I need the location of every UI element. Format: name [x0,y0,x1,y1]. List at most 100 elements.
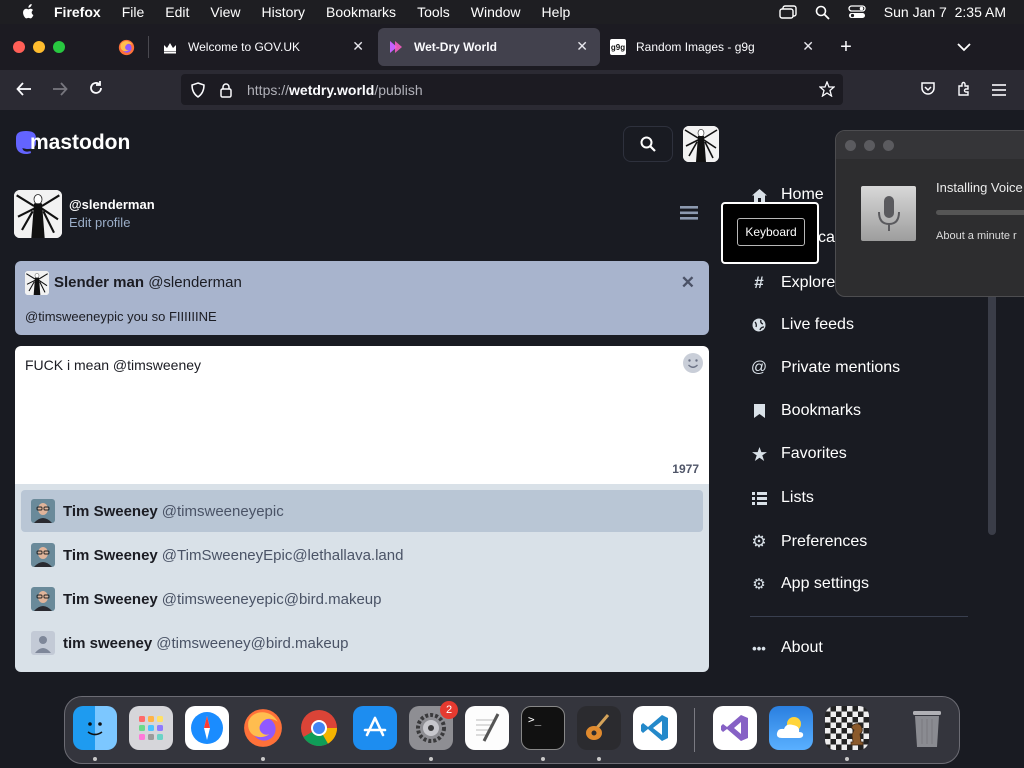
edit-profile-link[interactable]: Edit profile [69,215,130,230]
app-menu-icon[interactable] [992,80,1006,100]
terminal-icon[interactable]: >_ [521,706,565,750]
microphone-icon [861,186,916,241]
trash-icon[interactable] [905,706,949,750]
nav-app-settings[interactable]: ⚙ App settings [750,575,869,593]
url-bar[interactable]: https://wetdry.world/publish [181,74,843,105]
suggestion-item[interactable]: Tim Sweeney @timsweeneyepic [21,490,703,532]
dock-separator [694,708,695,752]
nav-preferences[interactable]: ⚙ Preferences [750,532,867,552]
new-tab-button[interactable]: + [836,28,856,66]
url-text: https://wetdry.world/publish [247,82,423,98]
window-zoom-button[interactable] [53,41,65,53]
emoji-picker-icon[interactable] [682,352,704,374]
pocket-icon[interactable] [920,80,936,100]
nav-explore[interactable]: # Explore [750,273,835,293]
control-center-icon[interactable] [848,5,866,19]
window-zoom-button[interactable] [883,140,894,151]
window-close-button[interactable] [845,140,856,151]
apple-menu-icon[interactable] [18,4,38,20]
menu-edit[interactable]: Edit [165,4,189,20]
nav-scrollbar[interactable] [988,290,996,535]
profile-handle[interactable]: @slenderman [69,197,155,212]
chrome-icon[interactable] [297,706,341,750]
safari-icon[interactable] [185,706,229,750]
mastodon-logo[interactable]: mastodon [14,130,130,156]
nav-bookmarks[interactable]: Bookmarks [750,402,861,420]
at-sign-icon: @ [750,359,768,376]
bookmark-star-icon[interactable] [819,81,835,97]
tim-sweeney-avatar-icon [31,543,55,567]
nav-label: Favorites [781,445,847,462]
stage-manager-icon[interactable] [779,5,797,19]
tab-random-images[interactable]: g9g Random Images - g9g ✕ [600,28,826,66]
launchpad-icon[interactable] [129,706,173,750]
extensions-icon[interactable] [956,80,972,100]
nav-label: Bookmarks [781,402,862,419]
lock-icon[interactable] [219,82,233,98]
profile-avatar[interactable] [14,190,62,238]
cancel-reply-icon[interactable]: ✕ [681,273,695,293]
menu-window[interactable]: Window [471,4,521,20]
crown-icon [164,43,176,54]
garageband-icon[interactable] [577,706,621,750]
weather-icon[interactable] [769,706,813,750]
menu-clock[interactable]: Sun Jan 7 2:35 AM [884,4,1006,20]
compose-textarea[interactable]: FUCK i mean @timsweeney 1977 [15,346,709,484]
firefox-icon[interactable] [241,706,285,750]
nav-favorites[interactable]: Favorites [750,445,847,463]
nav-local[interactable]: ca [818,229,835,247]
menu-help[interactable]: Help [542,4,571,20]
list-all-tabs-button[interactable] [954,28,974,66]
compose-menu-icon[interactable] [680,206,698,220]
nav-label: Preferences [781,533,868,550]
suggestion-acct: @timsweeneyepic@bird.makeup [161,590,382,608]
header-avatar[interactable] [683,126,719,162]
character-counter: 1977 [672,462,699,476]
nav-private-mentions[interactable]: @ Private mentions [750,359,900,377]
visual-studio-icon[interactable] [713,706,757,750]
menu-tools[interactable]: Tools [417,4,450,20]
search-icon [640,136,656,152]
suggestion-item[interactable]: Tim Sweeney @TimSweeneyEpic@lethallava.l… [21,534,703,576]
tab-wet-dry-world[interactable]: Wet-Dry World ✕ [378,28,600,66]
home-icon [750,188,768,202]
nav-lists[interactable]: Lists [750,489,814,507]
vscode-icon[interactable] [633,706,677,750]
suggestion-item[interactable]: Tim Sweeney @timsweeneyepic@bird.makeup [21,578,703,620]
firefox-view-button[interactable] [114,28,138,66]
close-tab-icon[interactable]: ✕ [352,38,364,55]
finder-icon[interactable] [73,706,117,750]
nav-live-feeds[interactable]: Live feeds [750,316,854,334]
spotlight-search-icon[interactable] [815,5,830,20]
suggestion-item[interactable]: tim sweeney @timsweeney@bird.makeup [21,622,703,664]
window-close-button[interactable] [13,41,25,53]
menu-view[interactable]: View [210,4,240,20]
slenderman-avatar-icon [25,271,49,295]
running-indicator [93,757,97,761]
nav-label: App settings [781,575,870,592]
menu-bookmarks[interactable]: Bookmarks [326,4,396,20]
bookmark-icon [750,404,768,418]
keyboard-button[interactable]: Keyboard [737,218,805,246]
nav-about[interactable]: ••• About [750,639,823,657]
plus-icon: + [840,35,852,58]
textedit-icon[interactable] [465,706,509,750]
app-store-icon[interactable] [353,706,397,750]
tab-gov-uk[interactable]: Welcome to GOV.UK ✕ [150,28,376,66]
hashtag-icon: # [754,273,764,292]
menu-history[interactable]: History [261,4,305,20]
close-tab-icon[interactable]: ✕ [802,38,814,55]
shield-icon[interactable] [190,81,206,98]
window-minimize-button[interactable] [864,140,875,151]
search-button[interactable] [623,126,673,162]
menu-app-name[interactable]: Firefox [54,4,101,20]
menu-file[interactable]: File [122,4,145,20]
forward-arrow-icon[interactable] [52,80,68,100]
gears-icon: ⚙ [752,576,766,593]
reload-icon[interactable] [88,80,104,100]
chess-icon[interactable] [825,706,869,750]
close-tab-icon[interactable]: ✕ [576,38,588,55]
back-arrow-icon[interactable] [16,80,32,100]
window-minimize-button[interactable] [33,41,45,53]
nav-label: Private mentions [781,359,901,376]
